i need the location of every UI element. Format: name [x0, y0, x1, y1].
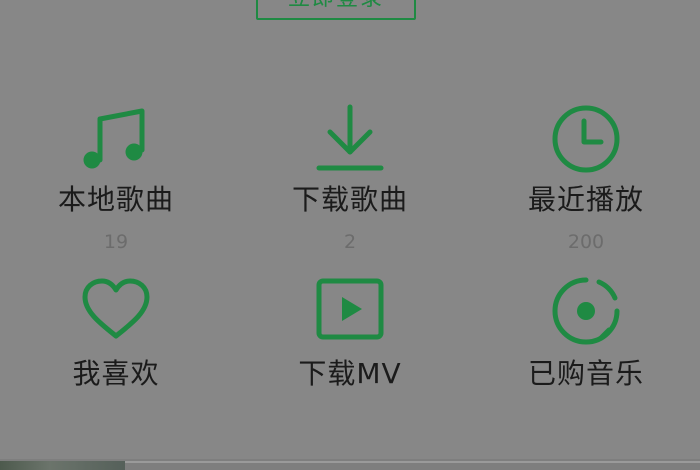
video-play-icon [316, 278, 384, 340]
bottom-thumbnail[interactable] [0, 461, 125, 470]
my-music-page: 立即登录 本地歌曲 19 下载歌曲 2 最近播放 200 我喜欢 [0, 0, 700, 470]
tile-favorites-label: 我喜欢 [72, 357, 160, 390]
tile-local-songs-count: 19 [103, 231, 129, 253]
tile-recent-play-label: 最近播放 [527, 183, 644, 216]
tile-purchased-music[interactable]: 已购音乐 [486, 276, 686, 396]
purchased-disc-icon [552, 277, 620, 345]
tile-downloaded-mv[interactable]: 下载MV [250, 276, 450, 396]
clock-icon [552, 105, 620, 173]
tile-recent-play[interactable]: 最近播放 200 [486, 100, 686, 260]
tile-local-songs-label: 本地歌曲 [57, 183, 174, 216]
bottom-divider [125, 461, 700, 463]
music-note-icon [83, 108, 145, 169]
tile-recent-play-count: 200 [567, 231, 605, 253]
login-button-label: 立即登录 [288, 0, 384, 10]
download-icon [316, 104, 384, 171]
tile-favorites[interactable]: 我喜欢 [16, 276, 216, 396]
tile-downloaded-songs-label: 下载歌曲 [291, 183, 408, 216]
tile-downloaded-songs-count: 2 [343, 231, 357, 253]
login-button[interactable]: 立即登录 [256, 0, 416, 20]
tile-local-songs[interactable]: 本地歌曲 19 [16, 100, 216, 260]
heart-icon [82, 278, 150, 339]
tile-downloaded-mv-label: 下载MV [298, 357, 402, 390]
tile-purchased-music-label: 已购音乐 [527, 357, 644, 390]
tile-downloaded-songs[interactable]: 下载歌曲 2 [250, 100, 450, 260]
